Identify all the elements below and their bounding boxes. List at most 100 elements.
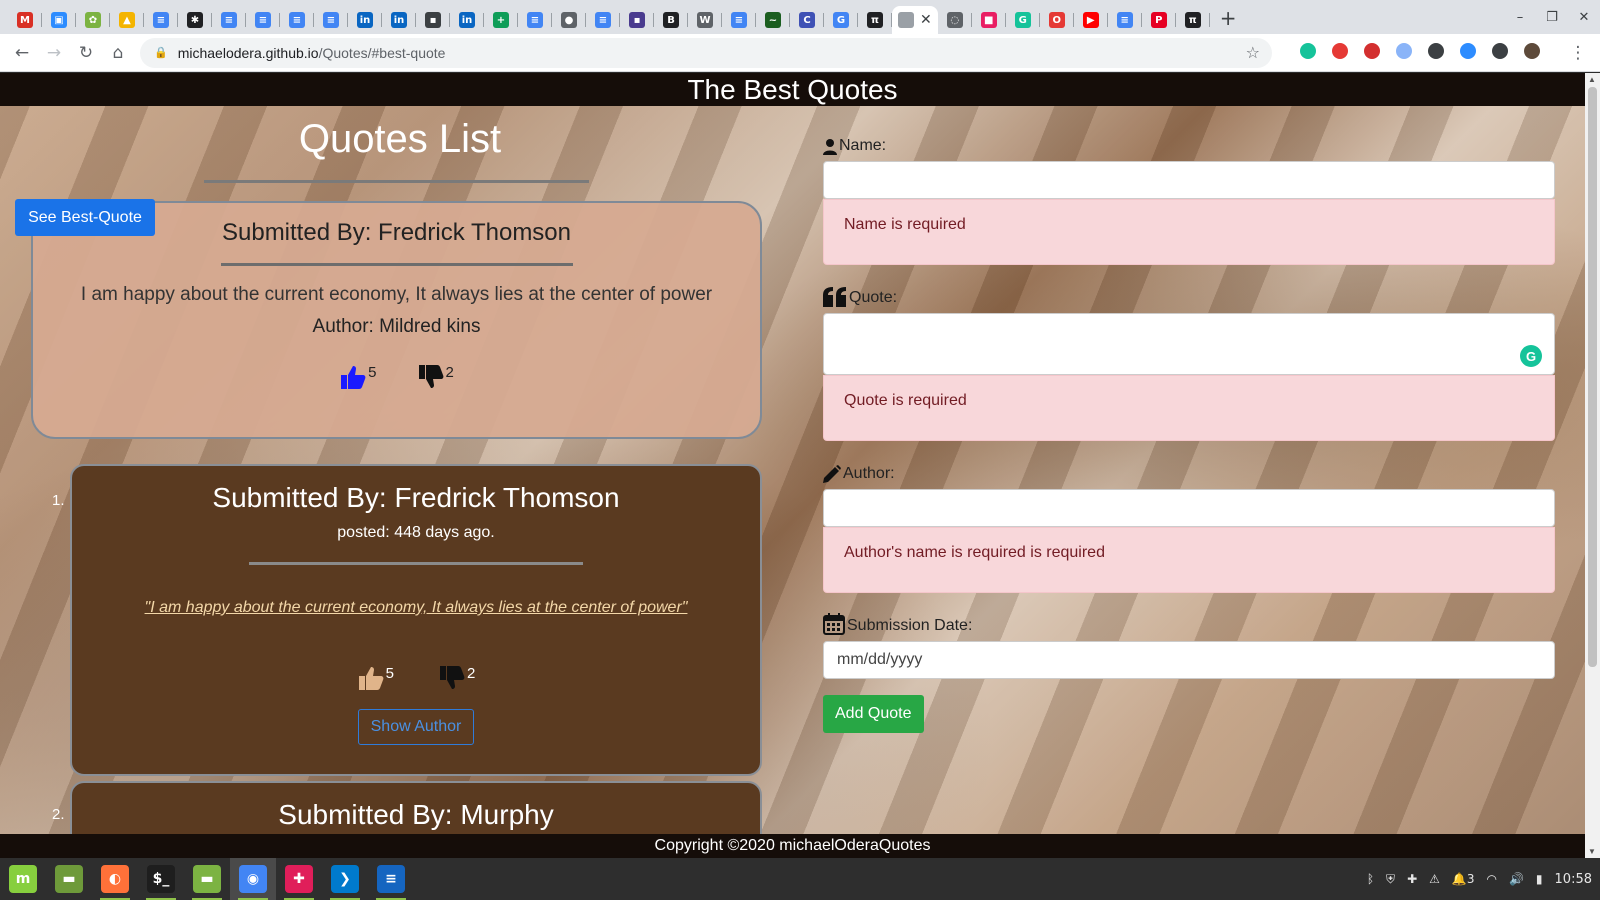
slack-tray-icon[interactable]: ✚ <box>1407 872 1417 886</box>
reload-icon[interactable]: ↻ <box>70 37 102 69</box>
new-tab-button[interactable]: + <box>1220 6 1237 30</box>
browser-tab[interactable]: B <box>654 6 688 34</box>
browser-tab[interactable]: ◌ <box>938 6 972 34</box>
browser-tab[interactable]: in <box>450 6 484 34</box>
battery-icon[interactable]: ▮ <box>1536 872 1543 886</box>
taskbar-app[interactable]: ◐ <box>92 858 138 900</box>
show-desktop-icon: ▬ <box>55 865 83 893</box>
best-upvote-button[interactable]: 5 <box>339 364 377 390</box>
circle-c-icon: C <box>799 12 815 28</box>
browser-tab[interactable]: ≡ <box>586 6 620 34</box>
home-icon[interactable]: ⌂ <box>102 37 134 69</box>
address-bar[interactable]: 🔒 michaelodera.github.io/Quotes/#best-qu… <box>140 37 1272 68</box>
notifications-icon[interactable]: 🔔3 <box>1452 872 1475 886</box>
see-best-quote-button[interactable]: See Best-Quote <box>15 199 155 236</box>
browser-tab[interactable]: in <box>348 6 382 34</box>
taskbar-app[interactable]: $_ <box>138 858 184 900</box>
close-window-icon[interactable]: ✕ <box>1568 10 1600 25</box>
browser-tab[interactable]: π <box>1176 6 1210 34</box>
show-author-button[interactable]: Show Author <box>357 709 475 745</box>
browser-tab[interactable]: W <box>688 6 722 34</box>
shield-icon[interactable]: ⛨ <box>1386 872 1395 887</box>
browser-menu-icon[interactable]: ⋮ <box>1562 37 1594 69</box>
downvote-button[interactable]: 2 <box>438 665 475 691</box>
quotes-list-title: Quotes List <box>298 117 502 161</box>
taskbar-app[interactable]: ✚ <box>276 858 322 900</box>
browser-tab[interactable]: ▶ <box>1074 6 1108 34</box>
browser-tab[interactable]: ✿ <box>76 6 110 34</box>
scroll-up-icon[interactable]: ▲ <box>1588 75 1596 84</box>
browser-tab[interactable]: O <box>1040 6 1074 34</box>
grammarly-ext-icon[interactable] <box>1296 39 1320 63</box>
browser-tab[interactable]: C <box>790 6 824 34</box>
browser-tab[interactable]: ▣ <box>42 6 76 34</box>
best-downvote-button[interactable]: 2 <box>417 364 454 390</box>
browser-tab[interactable]: ● <box>552 6 586 34</box>
taskbar-app[interactable]: ≡ <box>368 858 414 900</box>
browser-tab[interactable]: + <box>484 6 518 34</box>
close-tab-icon[interactable]: ✕ <box>920 12 932 28</box>
add-quote-button[interactable]: Add Quote <box>823 695 924 733</box>
upvote-button[interactable]: 5 <box>357 665 394 691</box>
cube-ext-icon[interactable] <box>1488 39 1512 63</box>
name-input[interactable] <box>823 161 1555 199</box>
warning-icon[interactable]: ⚠ <box>1429 872 1440 886</box>
browser-tab[interactable]: ≡ <box>246 6 280 34</box>
browser-tab[interactable]: G <box>824 6 858 34</box>
feather-ext-icon[interactable] <box>1392 39 1416 63</box>
author-input[interactable] <box>823 489 1555 527</box>
browser-tab[interactable]: ≡ <box>144 6 178 34</box>
google-sheets-icon: + <box>493 12 509 28</box>
browser-tab[interactable]: ▲ <box>110 6 144 34</box>
browser-tab[interactable]: ▪ <box>416 6 450 34</box>
browser-tab[interactable]: π <box>858 6 892 34</box>
quote-posted-time: posted: 448 days ago. <box>337 524 495 541</box>
taskbar-app[interactable]: ▬ <box>46 858 92 900</box>
scroll-down-icon[interactable]: ▼ <box>1588 847 1596 856</box>
lock-icon[interactable]: 🔒 <box>154 46 168 59</box>
browser-tab-active[interactable]: ✕ <box>892 6 938 34</box>
browser-tab[interactable]: M <box>8 6 42 34</box>
wave-ext-icon[interactable] <box>1424 39 1448 63</box>
browser-tab[interactable]: ≡ <box>722 6 756 34</box>
browser-tab[interactable]: ✱ <box>178 6 212 34</box>
date-input[interactable]: mm/dd/yyyy <box>823 641 1555 679</box>
page-scrollbar[interactable]: ▲ ▼ <box>1585 73 1600 858</box>
scrollbar-thumb[interactable] <box>1588 87 1597 667</box>
restore-icon[interactable]: ❐ <box>1536 10 1568 25</box>
forward-icon[interactable]: → <box>38 37 70 69</box>
wifi-icon[interactable]: ◠ <box>1486 872 1496 886</box>
browser-tab[interactable]: ≡ <box>518 6 552 34</box>
browser-tab[interactable]: ■ <box>972 6 1006 34</box>
taskbar-app[interactable]: m <box>0 858 46 900</box>
taskbar-app[interactable]: ◉ <box>230 858 276 900</box>
taskbar-app[interactable]: ❯ <box>322 858 368 900</box>
minimize-icon[interactable]: – <box>1504 10 1536 25</box>
browser-tab[interactable]: ▪ <box>620 6 654 34</box>
taskbar-app[interactable]: ▬ <box>184 858 230 900</box>
browser-tab[interactable]: ≡ <box>314 6 348 34</box>
red-ext-icon[interactable] <box>1328 39 1352 63</box>
loading-icon <box>898 12 914 28</box>
volume-icon[interactable]: 🔊 <box>1509 872 1524 886</box>
browser-tab[interactable]: ≡ <box>1108 6 1142 34</box>
bookmark-star-icon[interactable]: ☆ <box>1246 43 1260 62</box>
browser-tab[interactable]: ≡ <box>280 6 314 34</box>
browser-tab[interactable]: ≡ <box>212 6 246 34</box>
browser-tab[interactable]: ~ <box>756 6 790 34</box>
bluetooth-icon[interactable]: ᛒ <box>1367 872 1374 886</box>
quote-textarea[interactable]: G <box>823 313 1555 375</box>
adblock-ext-icon[interactable] <box>1360 39 1384 63</box>
best-quote-divider <box>220 263 573 266</box>
grammarly-icon[interactable]: G <box>1520 345 1542 367</box>
profile-avatar[interactable] <box>1520 39 1544 63</box>
browser-tab[interactable]: P <box>1142 6 1176 34</box>
zoom-ext-icon[interactable] <box>1456 39 1480 63</box>
browser-tab[interactable]: G <box>1006 6 1040 34</box>
best-upvote-count: 5 <box>368 364 377 381</box>
browser-tab[interactable]: in <box>382 6 416 34</box>
clock[interactable]: 10:58 <box>1555 872 1592 887</box>
linkedin-icon: in <box>459 12 475 28</box>
back-icon[interactable]: ← <box>6 37 38 69</box>
url-path: /Quotes/#best-quote <box>318 44 446 61</box>
